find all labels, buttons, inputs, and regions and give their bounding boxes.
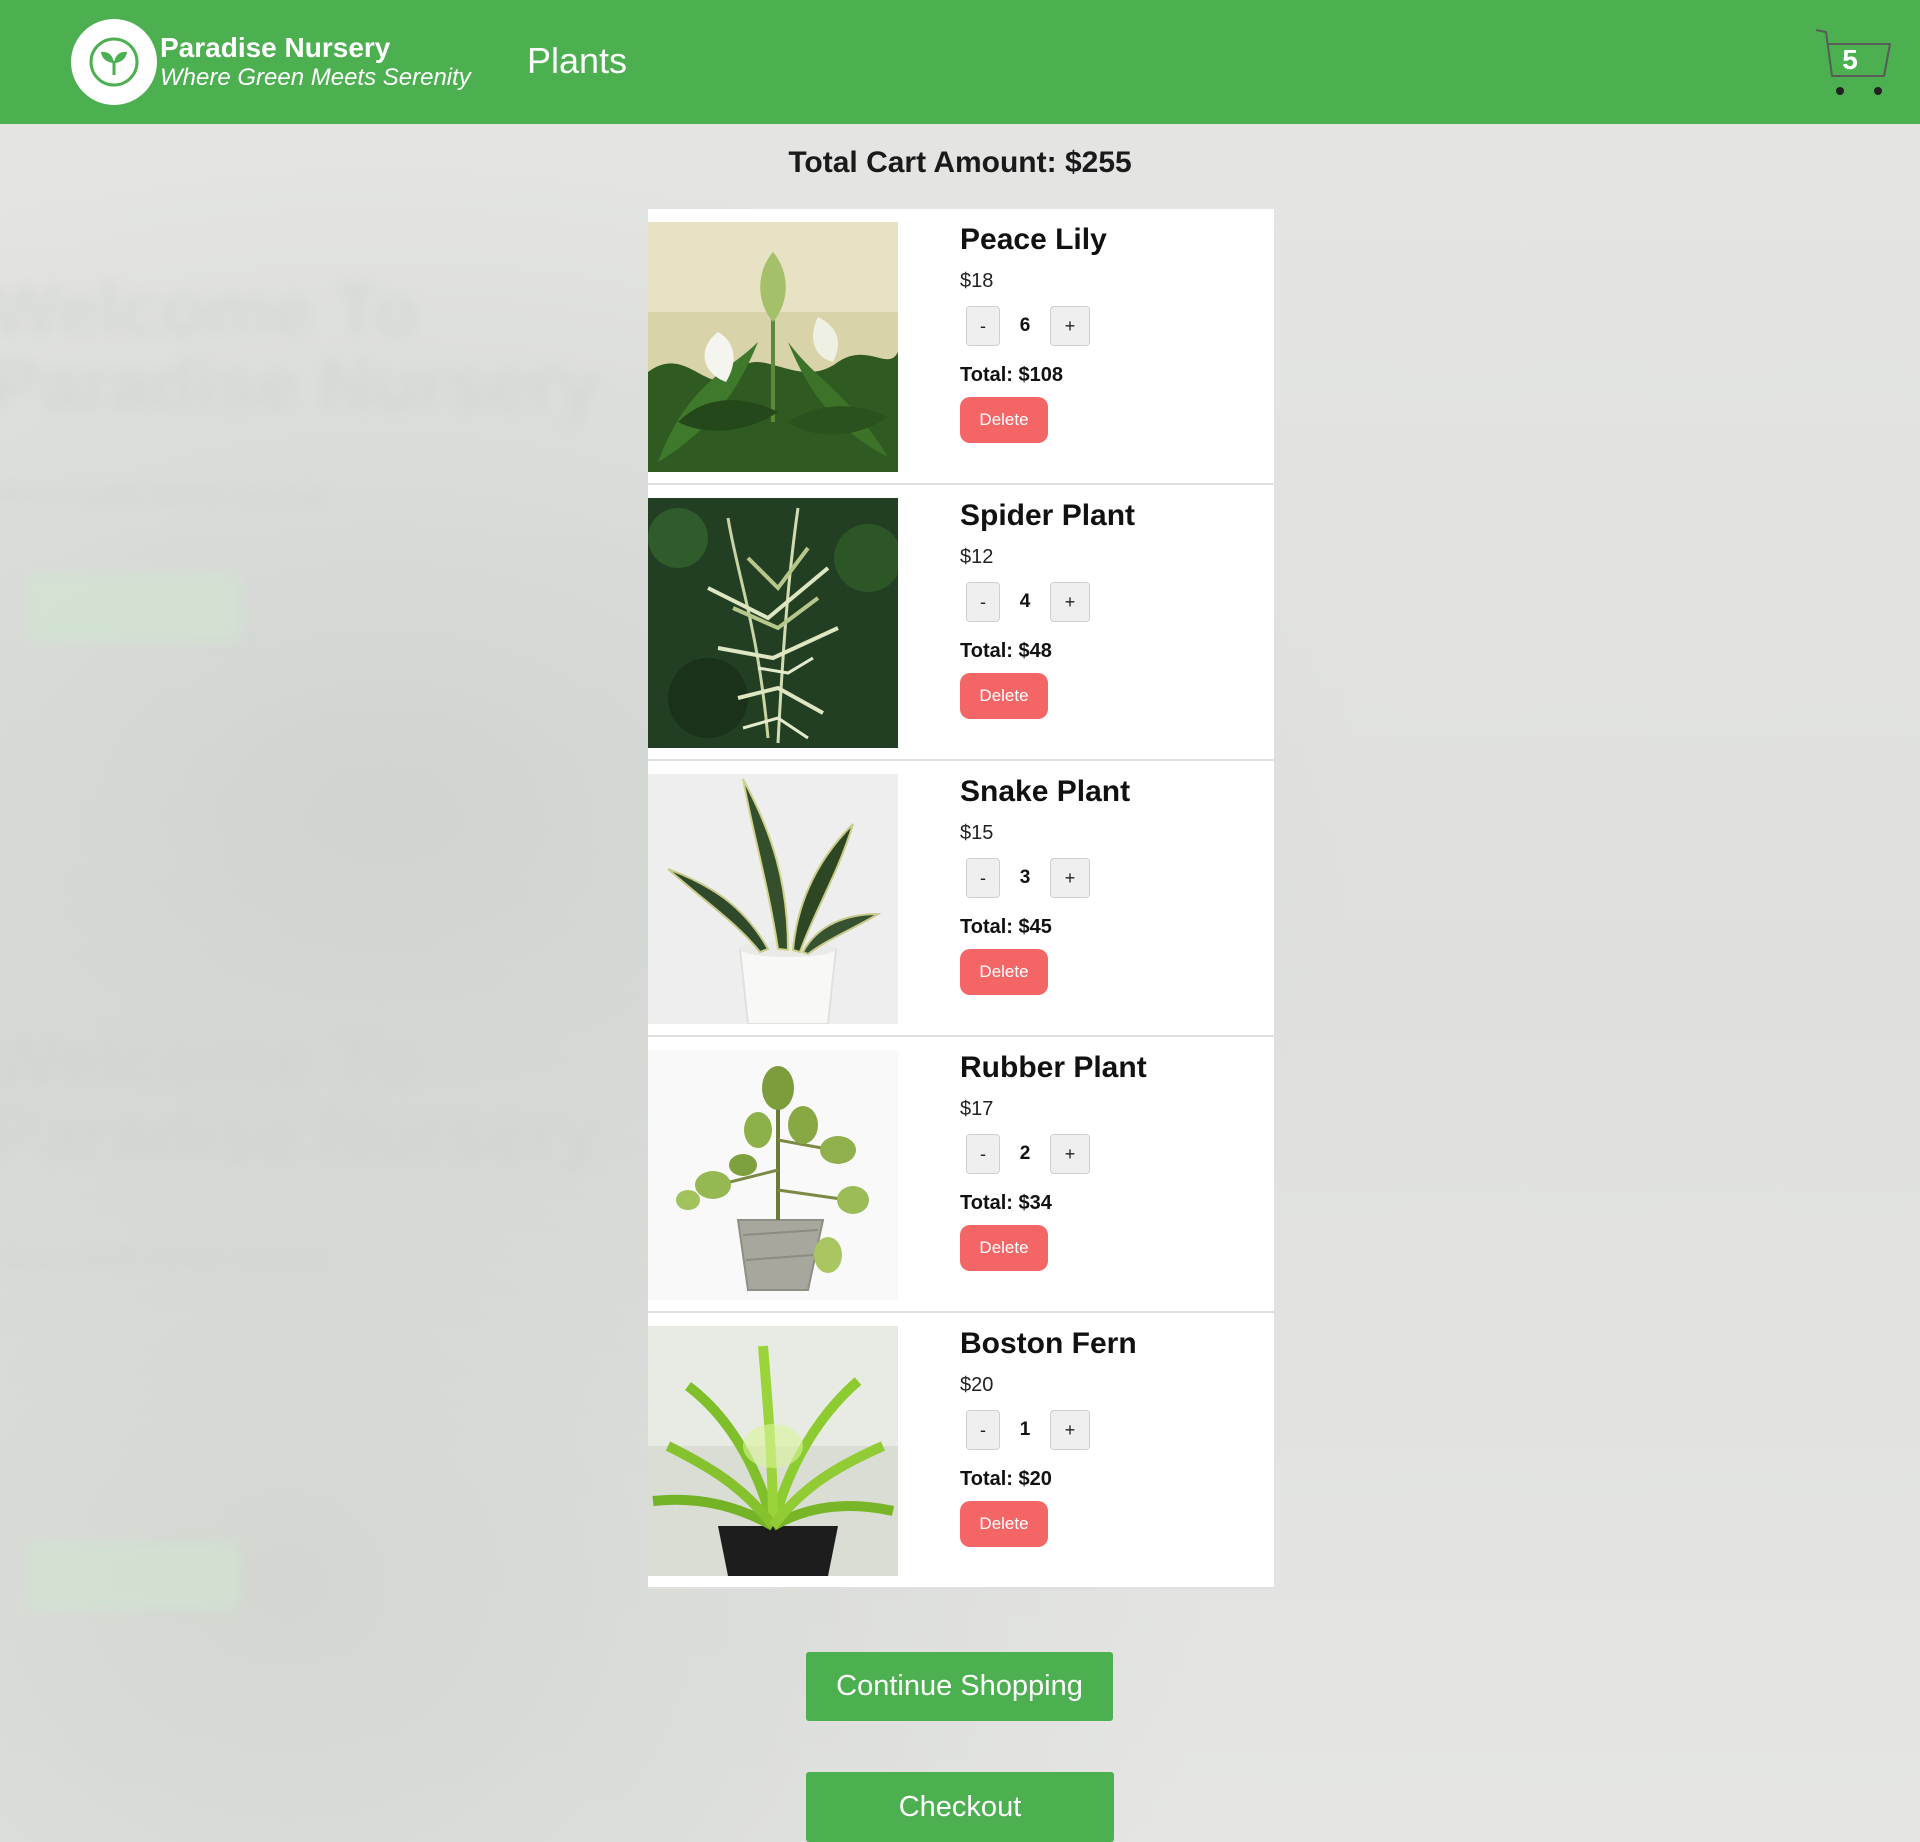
background-heading: Welcome To Paradise Nursery	[0, 269, 599, 426]
delete-button[interactable]: Delete	[960, 1501, 1048, 1547]
quantity-value: 6	[1019, 315, 1031, 336]
cart-item: Boston Fern $20 - 1 + Total: $20 Delete	[648, 1313, 1274, 1589]
checkout-button[interactable]: Checkout	[806, 1772, 1114, 1842]
plant-image	[648, 1326, 898, 1576]
background-button-2	[26, 1542, 240, 1610]
decrease-quantity-button[interactable]: -	[966, 1410, 1000, 1450]
item-name: Spider Plant	[960, 499, 1136, 532]
plant-image	[648, 222, 898, 472]
quantity-value: 4	[1019, 591, 1031, 612]
item-total: Total: $108	[960, 364, 1063, 386]
item-name: Snake Plant	[960, 775, 1131, 808]
cart-total-amount: Total Cart Amount: $255	[788, 146, 1132, 179]
quantity-value: 2	[1019, 1143, 1031, 1164]
item-total: Total: $20	[960, 1468, 1052, 1490]
top-navbar: Paradise Nursery Where Green Meets Seren…	[0, 0, 1920, 124]
cart-items-list: Peace Lily $18 - 6 + Total: $108 Delete …	[648, 209, 1274, 1589]
item-total: Total: $48	[960, 640, 1052, 662]
cart-item: Snake Plant $15 - 3 + Total: $45 Delete	[648, 761, 1274, 1037]
brand-name: Paradise Nursery	[160, 32, 391, 63]
quantity-value: 3	[1019, 867, 1031, 888]
item-total: Total: $34	[960, 1192, 1052, 1214]
quantity-value: 1	[1019, 1419, 1031, 1440]
decrease-quantity-button[interactable]: -	[966, 858, 1000, 898]
item-name: Rubber Plant	[960, 1051, 1147, 1084]
cart-button[interactable]: 5	[1814, 24, 1894, 100]
decrease-quantity-button[interactable]: -	[966, 306, 1000, 346]
cart-item: Peace Lily $18 - 6 + Total: $108 Delete	[648, 209, 1274, 485]
background-heading-2: Welcome To Paradise Nursery	[0, 1019, 599, 1176]
increase-quantity-button[interactable]: +	[1050, 1410, 1090, 1450]
nav-plants-link[interactable]: Plants	[527, 40, 627, 82]
item-price: $12	[960, 546, 994, 568]
continue-shopping-button[interactable]: Continue Shopping	[806, 1652, 1113, 1721]
increase-quantity-button[interactable]: +	[1050, 858, 1090, 898]
background-subtitle-2: Where Green Meets Serenity	[0, 1242, 327, 1272]
item-price: $15	[960, 822, 994, 844]
cart-item: Spider Plant $12 - 4 + Total: $48 Delete	[648, 485, 1274, 761]
item-total: Total: $45	[960, 916, 1052, 938]
item-price: $20	[960, 1374, 994, 1396]
increase-quantity-button[interactable]: +	[1050, 1134, 1090, 1174]
logo[interactable]	[71, 19, 157, 105]
background-button	[26, 574, 240, 642]
increase-quantity-button[interactable]: +	[1050, 582, 1090, 622]
item-price: $18	[960, 270, 994, 292]
sprout-icon	[89, 37, 139, 87]
plant-image	[648, 498, 898, 748]
delete-button[interactable]: Delete	[960, 673, 1048, 719]
item-name: Peace Lily	[960, 223, 1107, 256]
delete-button[interactable]: Delete	[960, 397, 1048, 443]
plant-image	[648, 1050, 898, 1300]
plant-image	[648, 774, 898, 1024]
delete-button[interactable]: Delete	[960, 949, 1048, 995]
cart-count: 5	[1842, 44, 1858, 75]
background-subtitle: Where Green Meets Serenity	[0, 479, 327, 509]
decrease-quantity-button[interactable]: -	[966, 582, 1000, 622]
cart-item: Rubber Plant $17 - 2 + Total: $34 Delete	[648, 1037, 1274, 1313]
item-price: $17	[960, 1098, 994, 1120]
item-name: Boston Fern	[960, 1327, 1137, 1360]
increase-quantity-button[interactable]: +	[1050, 306, 1090, 346]
decrease-quantity-button[interactable]: -	[966, 1134, 1000, 1174]
brand-tagline: Where Green Meets Serenity	[160, 64, 471, 91]
delete-button[interactable]: Delete	[960, 1225, 1048, 1271]
